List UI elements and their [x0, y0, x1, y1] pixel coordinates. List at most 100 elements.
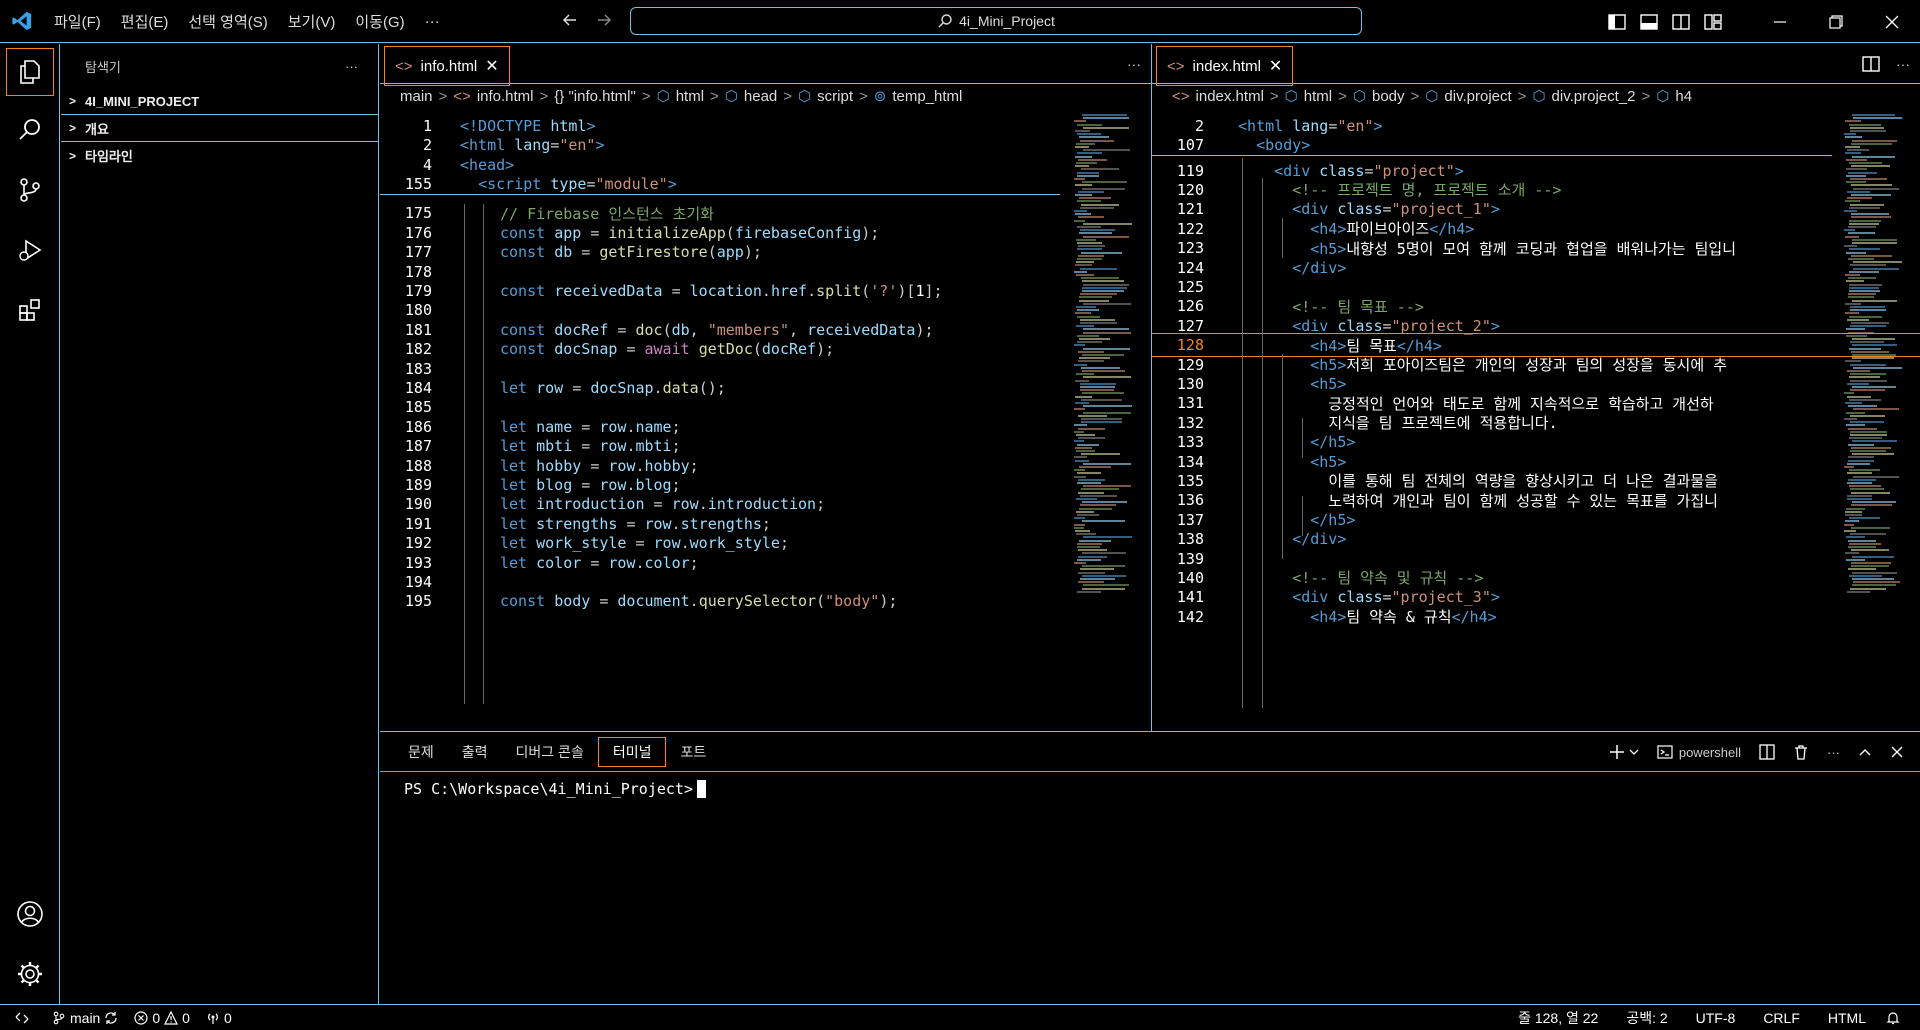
tab-index-html[interactable]: <> index.html ✕ — [1156, 46, 1294, 86]
toggle-panel-icon[interactable] — [1640, 13, 1658, 30]
minimap-line — [1082, 392, 1124, 395]
close-icon[interactable]: ✕ — [485, 56, 498, 76]
sidebar-section-project[interactable]: >4I_MINI_PROJECT — [61, 88, 378, 115]
minimap-line — [1074, 440, 1084, 443]
breadcrumb-item[interactable]: html — [676, 88, 704, 105]
toggle-secondary-sidebar-icon[interactable] — [1672, 13, 1690, 30]
code-area[interactable]: 2 <html lang="en"> 107 <body> 119 <div clas… — [1152, 114, 1920, 731]
minimap[interactable] — [1070, 114, 1132, 731]
minimap-line — [1845, 136, 1862, 139]
terminal-shell-selector[interactable]: powershell — [1657, 745, 1741, 760]
tab-terminal[interactable]: 터미널 — [597, 736, 667, 767]
customize-layout-icon[interactable] — [1704, 13, 1722, 30]
breadcrumb-item[interactable]: div.project — [1444, 88, 1511, 105]
indentation[interactable]: 공백: 2 — [1612, 1008, 1681, 1028]
remote-button[interactable] — [0, 1011, 44, 1025]
title-bar: 파일(F) 편집(E) 선택 영역(S) 보기(V) 이동(G) ··· 4i_… — [0, 0, 1920, 43]
manage-button[interactable] — [0, 944, 60, 1004]
code-area[interactable]: 1 <!DOCTYPE html> 2 <html lang="en"> 4 <head>… — [380, 114, 1151, 731]
command-center-search[interactable]: 4i_Mini_Project — [630, 7, 1362, 35]
tab-ports[interactable]: 포트 — [666, 737, 720, 767]
new-terminal-button[interactable] — [1609, 744, 1639, 760]
maximize-panel-icon[interactable] — [1858, 745, 1872, 759]
minimap-line — [1079, 507, 1112, 510]
element-icon: ⬡ — [724, 88, 738, 105]
menu-selection[interactable]: 선택 영역(S) — [178, 11, 277, 32]
breadcrumb-item[interactable]: html — [1304, 88, 1332, 105]
problems-indicator[interactable]: 0 0 — [126, 1010, 198, 1026]
breadcrumb-item[interactable]: script — [817, 88, 853, 105]
tab-debug-console[interactable]: 디버그 콘솔 — [502, 737, 598, 767]
sticky-scroll-line[interactable]: 107 <body> — [1152, 133, 1920, 157]
source-control-button[interactable] — [0, 160, 60, 220]
code-line[interactable]: 195 const body = document.querySelector("… — [380, 590, 1151, 614]
cursor-position[interactable]: 줄 128, 열 22 — [1504, 1008, 1612, 1028]
minimap-line — [1851, 322, 1889, 324]
minimap-line — [1852, 114, 1895, 116]
breadcrumb-item[interactable]: {} "info.html" — [554, 88, 636, 105]
toggle-primary-sidebar-icon[interactable] — [1608, 13, 1626, 30]
minimap-line — [1849, 469, 1880, 472]
minimize-button[interactable] — [1752, 0, 1808, 43]
sync-icon[interactable] — [104, 1011, 118, 1025]
extensions-button[interactable] — [0, 280, 60, 340]
breadcrumb-item[interactable]: index.html — [1196, 88, 1264, 105]
ports-indicator[interactable]: 0 — [198, 1010, 240, 1026]
run-debug-button[interactable] — [0, 220, 60, 280]
forward-arrow-icon[interactable] — [594, 10, 614, 30]
terminal[interactable]: PS C:\Workspace\4i_Mini_Project> — [380, 772, 1920, 806]
minimap-line — [1077, 200, 1101, 203]
minimap[interactable] — [1840, 114, 1902, 731]
minimap-line — [1078, 190, 1104, 193]
close-icon[interactable] — [1890, 745, 1904, 759]
minimap-line — [1074, 526, 1084, 529]
editor-more-button[interactable]: ··· — [1896, 56, 1910, 72]
editor-more-button[interactable]: ··· — [1127, 56, 1141, 72]
explorer-button[interactable] — [6, 48, 54, 96]
sidebar-section-outline[interactable]: > 개요 — [61, 115, 378, 142]
code-line[interactable]: 142 <h4>팀 약속 & 규칙</h4> — [1152, 605, 1920, 629]
status-bar: main 0 0 0 줄 128, 열 22 공백: 2 UTF-8 CRLF … — [0, 1004, 1920, 1030]
notifications-button[interactable] — [1880, 1011, 1906, 1025]
sidebar-section-timeline[interactable]: > 타임라인 — [61, 142, 378, 169]
line-number: 107 — [1176, 136, 1204, 155]
search-button[interactable] — [0, 100, 60, 160]
accounts-button[interactable] — [0, 884, 60, 944]
code-text: </h5> — [1310, 510, 1356, 529]
panel-more-button[interactable]: ··· — [1827, 745, 1840, 760]
minimap-line — [1079, 197, 1111, 200]
restore-button[interactable] — [1808, 0, 1864, 43]
breadcrumb-item[interactable]: div.project_2 — [1552, 88, 1636, 105]
close-window-button[interactable] — [1864, 0, 1920, 43]
close-icon[interactable]: ✕ — [1269, 56, 1282, 76]
end-of-line[interactable]: CRLF — [1749, 1010, 1814, 1026]
breadcrumb-item[interactable]: h4 — [1675, 88, 1692, 105]
breadcrumb-item[interactable]: temp_html — [892, 88, 962, 105]
encoding[interactable]: UTF-8 — [1682, 1010, 1750, 1026]
menu-more[interactable]: ··· — [415, 13, 450, 30]
line-number: 135 — [1176, 471, 1204, 490]
breadcrumb-item[interactable]: head — [744, 88, 777, 105]
branch-indicator[interactable]: main — [44, 1010, 126, 1026]
sidebar-more-button[interactable]: ··· — [345, 59, 358, 74]
tab-problems[interactable]: 문제 — [394, 737, 448, 767]
menu-view[interactable]: 보기(V) — [278, 11, 346, 32]
menu-go[interactable]: 이동(G) — [345, 11, 414, 32]
breadcrumb-item[interactable]: main — [400, 88, 433, 105]
menu-file[interactable]: 파일(F) — [44, 11, 111, 32]
menu-edit[interactable]: 편집(E) — [111, 11, 179, 32]
source-control-icon — [20, 178, 40, 202]
split-terminal-icon[interactable] — [1759, 744, 1775, 760]
vscode-logo-icon — [0, 10, 44, 32]
language-mode[interactable]: HTML — [1814, 1010, 1880, 1026]
back-arrow-icon[interactable] — [560, 10, 580, 30]
sticky-scroll-line[interactable]: 155 <script type="module"> — [380, 172, 1151, 196]
indent-guide — [1282, 218, 1283, 258]
trash-icon[interactable] — [1793, 744, 1809, 760]
breadcrumb-item[interactable]: body — [1372, 88, 1405, 105]
tab-bar: <> info.html ✕ ··· — [380, 44, 1151, 86]
split-editor-icon[interactable] — [1862, 56, 1880, 72]
tab-info-html[interactable]: <> info.html ✕ — [384, 46, 510, 86]
tab-output[interactable]: 출력 — [448, 737, 502, 767]
breadcrumb-item[interactable]: info.html — [477, 88, 534, 105]
